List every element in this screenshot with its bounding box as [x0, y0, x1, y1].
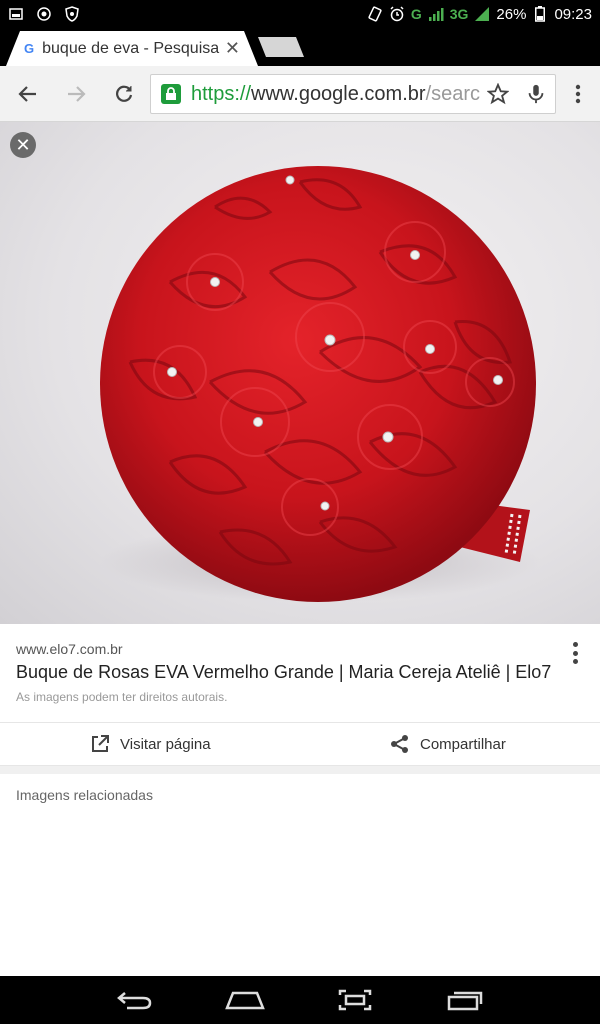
- nav-recents-button[interactable]: [443, 985, 487, 1015]
- more-vert-icon: [575, 84, 581, 104]
- recents-nav-icon: [447, 991, 483, 1011]
- lock-icon: [161, 84, 181, 104]
- home-nav-icon: [225, 991, 265, 1010]
- clock: 09:23: [554, 5, 592, 23]
- status-bar: G 3G 26% 09:23: [0, 0, 600, 28]
- url-text: https://www.google.com.br/search: [191, 83, 481, 106]
- forward-button[interactable]: [60, 78, 92, 110]
- visit-page-button[interactable]: Visitar página: [90, 723, 211, 765]
- source-site[interactable]: www.elo7.com.br: [16, 641, 123, 657]
- arrow-forward-icon: [68, 86, 86, 102]
- back-nav-icon: [117, 992, 152, 1010]
- alarm-icon: [389, 6, 405, 22]
- rose-bouquet-image: [100, 166, 540, 602]
- share-icon: [391, 735, 408, 753]
- nav-back-button[interactable]: [113, 985, 157, 1015]
- url-path: /search: [425, 82, 481, 105]
- url-host: www.google.com.br: [251, 82, 426, 105]
- nav-screenshot-button[interactable]: [333, 985, 377, 1015]
- related-images-section: Imagens relacionadas: [0, 774, 600, 976]
- screenshot-nav-icon: [338, 989, 372, 1011]
- microphone-icon[interactable]: [525, 83, 547, 110]
- copyright-note: As imagens podem ter direitos autorais.: [16, 690, 228, 704]
- omnibox[interactable]: https://www.google.com.br/search: [150, 74, 556, 114]
- google-favicon: G: [24, 41, 35, 56]
- bookmark-star-icon[interactable]: [486, 82, 510, 110]
- tab-close-icon[interactable]: ✕: [225, 38, 240, 59]
- section-divider: [0, 766, 600, 774]
- browser-toolbar: https://www.google.com.br/search: [0, 66, 600, 122]
- image-preview[interactable]: ✕: [0, 122, 600, 624]
- network-type-label: 3G: [449, 6, 469, 22]
- reload-icon: [116, 85, 133, 102]
- share-button[interactable]: Compartilhar: [390, 723, 506, 765]
- result-title[interactable]: Buque de Rosas EVA Vermelho Grande | Mar…: [16, 662, 551, 683]
- nav-home-button[interactable]: [223, 985, 267, 1015]
- image-info-panel: www.elo7.com.br Buque de Rosas EVA Verme…: [0, 624, 600, 722]
- tab-strip: G buque de eva - Pesquisa Google ✕: [0, 28, 600, 66]
- network-label: G: [410, 6, 422, 22]
- signal-strength-icon: [474, 6, 490, 22]
- gallery-notification-icon: [8, 6, 24, 22]
- battery-icon: [532, 6, 548, 22]
- image-actions: Visitar página Compartilhar: [0, 722, 600, 766]
- close-preview-icon[interactable]: ✕: [10, 132, 36, 158]
- reload-button[interactable]: [108, 78, 140, 110]
- more-options-icon[interactable]: [564, 640, 586, 666]
- related-images-title: Imagens relacionadas: [16, 787, 153, 803]
- url-scheme: https://: [191, 82, 252, 105]
- chrome-notification-icon: [36, 6, 52, 22]
- tab-active[interactable]: G buque de eva - Pesquisa Google ✕: [6, 31, 258, 66]
- visit-page-label: Visitar página: [120, 735, 211, 753]
- arrow-back-icon: [18, 86, 36, 102]
- open-in-new-icon: [92, 735, 109, 752]
- share-label: Compartilhar: [420, 735, 506, 753]
- new-tab-button[interactable]: [258, 37, 304, 57]
- back-button[interactable]: [12, 78, 44, 110]
- menu-button[interactable]: [562, 78, 594, 110]
- shield-notification-icon: [64, 6, 80, 22]
- tab-title: buque de eva - Pesquisa Google: [42, 39, 222, 57]
- system-nav-bar: [0, 976, 600, 1024]
- vibrate-icon: [367, 6, 383, 22]
- battery-percent: 26%: [496, 5, 527, 23]
- signal-icon: [428, 6, 444, 22]
